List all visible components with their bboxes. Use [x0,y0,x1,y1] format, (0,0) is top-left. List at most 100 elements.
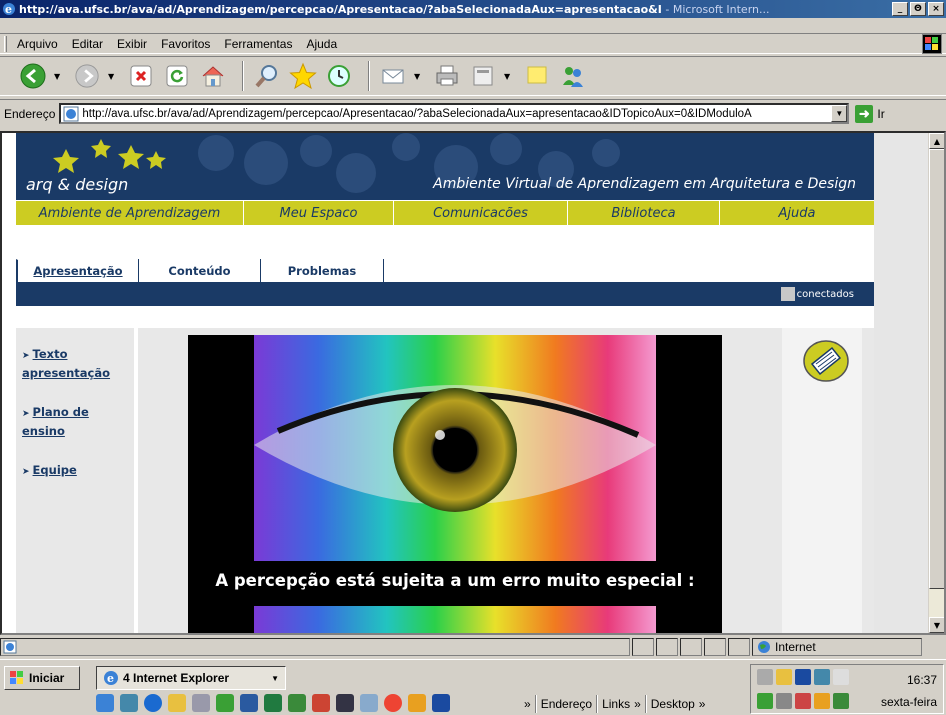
site-nav: Ambiente de Aprendizagem Meu Espaco Comu… [16,201,874,225]
online-indicator[interactable]: conectados [780,287,854,301]
sidebar-link-label: Plano de ensino [22,405,89,438]
quicklaunch-icon[interactable] [96,694,114,712]
quicklaunch-icon[interactable] [336,694,354,712]
status-cell [704,638,726,656]
tab-conteudo[interactable]: Conteúdo [138,259,260,282]
quicklaunch-icon[interactable] [360,694,378,712]
chevron-icon[interactable]: » [699,697,706,711]
back-arrow-icon [20,63,46,89]
chevron-down-icon: ▼ [271,673,279,683]
nav-biblioteca[interactable]: Biblioteca [568,201,720,225]
security-zone[interactable]: Internet [752,638,922,656]
quicklaunch-icon[interactable] [168,694,186,712]
taskbar-ie-group[interactable]: e 4 Internet Explorer ▼ [96,666,286,690]
forward-dropdown-icon[interactable]: ▼ [108,72,118,81]
tray-icon[interactable] [795,669,811,685]
discuss-button[interactable] [522,61,552,91]
tray-icon[interactable] [757,693,773,709]
menu-ferramentas[interactable]: Ferramentas [224,37,292,51]
menu-exibir[interactable]: Exibir [117,37,147,51]
search-button[interactable] [252,61,282,91]
back-dropdown-icon[interactable]: ▼ [54,72,64,81]
go-label: Ir [877,106,885,121]
back-button[interactable] [18,61,48,91]
tray-icon[interactable] [833,693,849,709]
chevron-icon[interactable]: » [634,697,641,711]
site-logo[interactable]: arq & design [26,175,128,194]
tray-icon[interactable] [757,669,773,685]
tray-icon[interactable] [776,693,792,709]
tray-icon[interactable] [776,669,792,685]
taskbar-links[interactable]: Links [602,697,630,711]
quicklaunch-icon[interactable] [144,694,162,712]
edit-dropdown-icon[interactable]: ▼ [504,72,514,81]
tab-apresentacao[interactable]: Apresentação [16,259,138,282]
taskbar-toolbars: » Endereço Links » Desktop » [524,695,705,713]
nav-meu-espaco[interactable]: Meu Espaco [244,201,394,225]
menu-arquivo[interactable]: Arquivo [17,37,58,51]
start-button[interactable]: Iniciar [4,666,80,690]
mail-dropdown-icon[interactable]: ▼ [414,72,424,81]
scroll-up-icon[interactable]: ▲ [929,133,944,149]
page-right-gutter [874,133,930,633]
star-icon [289,62,317,90]
forward-button[interactable] [72,61,102,91]
print-button[interactable] [432,61,462,91]
ie-logo-icon: e [104,671,118,685]
stop-button[interactable] [126,61,156,91]
scroll-down-icon[interactable]: ▼ [929,617,944,633]
tab-problemas[interactable]: Problemas [260,259,384,282]
stop-icon [130,65,152,87]
window-titlebar[interactable]: e http://ava.ufsc.br/ava/ad/Aprendizagem… [0,0,946,18]
vertical-scrollbar[interactable]: ▲ ▼ [928,133,944,633]
quicklaunch-icon[interactable] [312,694,330,712]
quicklaunch-icon[interactable] [192,694,210,712]
page-icon [63,106,79,121]
close-button[interactable]: × [928,2,944,16]
web-page: arq & design Ambiente Virtual de Aprendi… [16,133,874,633]
favorites-button[interactable] [288,61,318,91]
menu-favoritos[interactable]: Favoritos [161,37,210,51]
quicklaunch-icon[interactable] [216,694,234,712]
edit-button[interactable] [468,61,498,91]
nav-comunicacoes[interactable]: Comunicacões [394,201,568,225]
online-strip: conectados [16,282,874,306]
quicklaunch-icon[interactable] [432,694,450,712]
mail-button[interactable] [378,61,408,91]
quicklaunch-icon[interactable] [264,694,282,712]
sidebar-link-plano[interactable]: ➤ Plano de ensino [22,404,134,440]
scroll-thumb[interactable] [929,149,944,589]
home-button[interactable] [198,61,228,91]
system-tray: 16:37 sexta-feira [750,664,944,714]
quicklaunch-icon[interactable] [120,694,138,712]
tray-icon[interactable] [833,669,849,685]
tray-icon[interactable] [795,693,811,709]
history-button[interactable] [324,61,354,91]
quicklaunch-icon[interactable] [288,694,306,712]
menu-ajuda[interactable]: Ajuda [306,37,337,51]
address-input[interactable]: http://ava.ufsc.br/ava/ad/Aprendizagem/p… [59,103,850,124]
nav-ajuda[interactable]: Ajuda [720,201,874,225]
go-button[interactable]: ➜ Ir [855,104,885,123]
notepad-icon[interactable] [802,338,850,384]
quicklaunch-icon[interactable] [384,694,402,712]
maximize-button[interactable]: Θ [910,2,926,16]
minimize-button[interactable]: _ [892,2,908,16]
tray-icon[interactable] [814,693,830,709]
nav-ambiente[interactable]: Ambiente de Aprendizagem [16,201,244,225]
sidebar-link-equipe[interactable]: ➤ Equipe [22,462,134,481]
quicklaunch-icon[interactable] [408,694,426,712]
notes-icon [527,66,547,84]
taskbar-desktop[interactable]: Desktop [651,697,695,711]
messenger-button[interactable] [558,61,588,91]
address-dropdown-icon[interactable]: ▼ [831,105,848,122]
sidebar-link-texto[interactable]: ➤ Texto apresentação [22,346,134,382]
taskbar-endereco[interactable]: Endereço [541,697,592,711]
chevron-icon[interactable]: » [524,697,531,711]
toolbar: ▼ ▼ ▼ ▼ [0,56,946,96]
quicklaunch-icon[interactable] [240,694,258,712]
menu-editar[interactable]: Editar [72,37,103,51]
refresh-button[interactable] [162,61,192,91]
clock[interactable]: 16:37 [907,673,937,687]
tray-icon[interactable] [814,669,830,685]
